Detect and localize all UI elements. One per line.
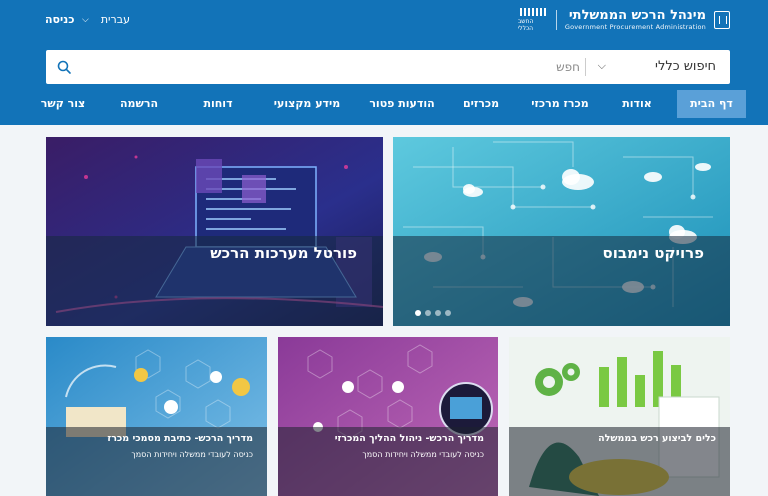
card-subtitle: כניסה לעובדי ממשלה ויחידות הסמך <box>362 450 484 459</box>
search-icon[interactable] <box>56 59 72 75</box>
card-banner: כלים לביצוע רכש בממשלה <box>509 427 730 496</box>
main-nav: דף הבית אודות מכרז מרכזי מכרזים הודעות פ… <box>0 90 768 118</box>
logo-subtitle: Government Procurement Administration <box>564 23 706 31</box>
nav-professional-info[interactable]: מידע מקצועי <box>263 90 351 118</box>
card-title: כלים לביצוע רכש בממשלה <box>598 433 716 444</box>
nav-exemption-notices[interactable]: הודעות פטור <box>362 90 442 118</box>
logo-title: מינהל הרכש הממשלתי <box>568 8 706 23</box>
logo-divider <box>555 10 557 30</box>
card-title: פרויקט נימבוס <box>602 244 704 262</box>
accountant-general-logo: החשב הכללי <box>518 8 548 32</box>
card-procurement-portal[interactable]: פורטל מערכות הרכש <box>46 137 383 326</box>
state-emblem-icon <box>714 11 730 29</box>
search-scope-select[interactable]: חיפוש כללי <box>655 59 716 74</box>
chevron-down-icon[interactable]: ⌵ <box>598 59 606 73</box>
carousel-dot[interactable] <box>415 310 421 316</box>
card-title: מדריך הרכש- כתיבת מסמכי מכרז <box>107 433 253 444</box>
chevron-down-icon: ⌵ <box>82 14 89 25</box>
logo-text: מינהל הרכש הממשלתי Government Procuremen… <box>564 8 706 32</box>
logo-mark-text: החשב הכללי <box>517 18 534 32</box>
nav-contact[interactable]: צור קשר <box>40 90 86 118</box>
carousel-dots <box>415 310 451 316</box>
card-banner: מדריך הרכש- כתיבת מסמכי מכרז כניסה לעובד… <box>46 427 267 496</box>
card-title: מדריך הרכש- ניהול ההליך המכרזי <box>334 433 484 444</box>
card-guide-tender-documents[interactable]: מדריך הרכש- כתיבת מסמכי מכרז כניסה לעובד… <box>46 337 267 496</box>
login-link[interactable]: כניסה <box>45 13 75 26</box>
card-guide-tender-process[interactable]: מדריך הרכש- ניהול ההליך המכרזי כניסה לעו… <box>278 337 498 496</box>
card-subtitle: כניסה לעובדי ממשלה ויחידות הסמך <box>131 450 253 459</box>
card-banner: מדריך הרכש- ניהול ההליך המכרזי כניסה לעו… <box>278 427 498 496</box>
carousel-dot[interactable] <box>425 310 431 316</box>
carousel-dot[interactable] <box>445 310 451 316</box>
card-title: פורטל מערכות הרכש <box>210 244 357 262</box>
nav-tenders[interactable]: מכרזים <box>453 90 509 118</box>
language-select[interactable]: ⌵ עברית <box>82 13 130 26</box>
nav-central-tender[interactable]: מכרז מרכזי <box>522 90 598 118</box>
language-label: עברית <box>100 13 130 26</box>
nav-home[interactable]: דף הבית <box>677 90 746 118</box>
search-input[interactable] <box>140 57 580 77</box>
carousel-dot[interactable] <box>435 310 441 316</box>
site-logo[interactable]: החשב הכללי מינהל הרכש הממשלתי Government… <box>518 8 730 32</box>
card-banner: פורטל מערכות הרכש <box>46 236 383 326</box>
card-procurement-tools[interactable]: כלים לביצוע רכש בממשלה <box>509 337 730 496</box>
nav-reports[interactable]: דוחות <box>196 90 240 118</box>
nav-registration[interactable]: הרשמה <box>113 90 165 118</box>
search-bar: חיפוש כללי ⌵ <box>46 50 730 84</box>
search-divider <box>585 58 586 76</box>
site-header: החשב הכללי מינהל הרכש הממשלתי Government… <box>0 0 768 125</box>
nav-about[interactable]: אודות <box>612 90 662 118</box>
card-nimbus-project[interactable]: פרויקט נימבוס <box>393 137 730 326</box>
